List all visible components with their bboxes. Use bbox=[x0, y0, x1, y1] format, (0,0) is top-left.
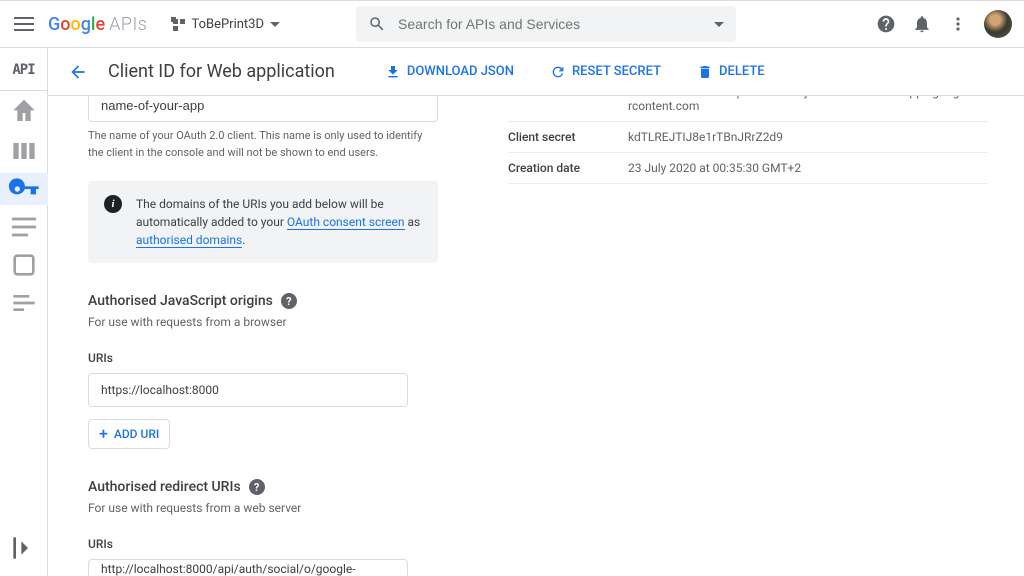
reset-secret-button[interactable]: RESET SECRET bbox=[550, 64, 661, 80]
top-right-actions bbox=[876, 10, 1012, 38]
caret-down-icon bbox=[270, 22, 280, 27]
redirect-uris-title-text: Authorised redirect URIs bbox=[88, 479, 241, 495]
js-origins-section: Authorised JavaScript origins ? For use … bbox=[88, 293, 468, 449]
rail-library-icon[interactable] bbox=[0, 135, 48, 167]
rail-expand-icon[interactable] bbox=[0, 532, 48, 564]
info-middle: as bbox=[405, 215, 421, 229]
rail-credentials-icon[interactable] bbox=[0, 173, 48, 205]
summary-client-id-row: Client ID 768209703909-9f09poesdik3ak0jr… bbox=[508, 96, 988, 122]
authorised-domains-link[interactable]: authorised domains bbox=[136, 233, 242, 248]
project-selector[interactable]: ToBePrint3D bbox=[171, 17, 280, 32]
delete-button[interactable]: DELETE bbox=[697, 64, 765, 80]
js-origins-title: Authorised JavaScript origins ? bbox=[88, 293, 468, 309]
reset-icon bbox=[550, 64, 566, 80]
redirect-uris-section: Authorised redirect URIs ? For use with … bbox=[88, 479, 468, 576]
rail-dashboard-icon[interactable] bbox=[0, 97, 48, 129]
search-box[interactable] bbox=[356, 6, 736, 42]
form-column: The name of your OAuth 2.0 client. This … bbox=[88, 96, 468, 576]
summary-creation-date-row: Creation date 23 July 2020 at 00:35:30 G… bbox=[508, 153, 988, 184]
reset-secret-label: RESET SECRET bbox=[572, 64, 661, 79]
client-secret-value: kdTLREJTIJ8e1rTBnJRrZ2d9 bbox=[628, 130, 988, 144]
creation-date-label: Creation date bbox=[508, 161, 628, 175]
redirect-uris-sub: For use with requests from a web server bbox=[88, 501, 468, 515]
client-name-input[interactable] bbox=[88, 96, 438, 122]
help-icon[interactable]: ? bbox=[249, 479, 265, 495]
more-vert-icon[interactable] bbox=[948, 14, 968, 34]
redirect-uri-1[interactable]: http://localhost:8000/api/auth/social/o/… bbox=[88, 559, 408, 576]
client-id-value: 768209703909-9f09poesdik3ak0jrvi0kskfdok… bbox=[628, 96, 988, 113]
creation-date-value: 23 July 2020 at 00:35:30 GMT+2 bbox=[628, 161, 988, 175]
user-avatar[interactable] bbox=[984, 10, 1012, 38]
help-icon[interactable]: ? bbox=[281, 293, 297, 309]
download-icon bbox=[385, 64, 401, 80]
download-json-button[interactable]: DOWNLOAD JSON bbox=[385, 64, 514, 80]
summary-column: Client ID 768209703909-9f09poesdik3ak0jr… bbox=[508, 96, 988, 576]
client-secret-label: Client secret bbox=[508, 130, 628, 144]
info-box: i The domains of the URIs you add below … bbox=[88, 181, 438, 263]
back-arrow-icon[interactable] bbox=[68, 62, 88, 82]
project-name: ToBePrint3D bbox=[191, 17, 264, 32]
js-origins-title-text: Authorised JavaScript origins bbox=[88, 293, 273, 309]
js-origin-uri-1[interactable]: https://localhost:8000 bbox=[88, 373, 408, 407]
delete-label: DELETE bbox=[719, 64, 765, 79]
page-title: Client ID for Web application bbox=[108, 61, 335, 82]
left-rail: API bbox=[0, 48, 48, 576]
project-icon bbox=[171, 17, 185, 31]
rail-consent-icon[interactable] bbox=[0, 211, 48, 243]
rail-domain-icon[interactable] bbox=[0, 249, 48, 281]
content-area: The name of your OAuth 2.0 client. This … bbox=[48, 96, 1008, 576]
info-icon: i bbox=[104, 195, 122, 213]
page-header: Client ID for Web application DOWNLOAD J… bbox=[48, 48, 1024, 96]
search-caret-down-icon[interactable] bbox=[714, 22, 724, 27]
redirect-uris-label: URIs bbox=[88, 537, 468, 551]
js-origins-uris-label: URIs bbox=[88, 351, 468, 365]
rail-settings-icon[interactable] bbox=[0, 287, 48, 319]
client-id-label: Client ID bbox=[508, 96, 628, 113]
client-name-help: The name of your OAuth 2.0 client. This … bbox=[88, 128, 438, 161]
rail-divider bbox=[0, 90, 47, 91]
plus-icon: + bbox=[99, 426, 108, 442]
google-apis-logo[interactable]: Google APIs bbox=[48, 14, 147, 35]
download-json-label: DOWNLOAD JSON bbox=[407, 64, 514, 79]
info-suffix: . bbox=[242, 233, 245, 247]
top-bar: Google APIs ToBePrint3D bbox=[0, 0, 1024, 48]
add-js-origin-button[interactable]: + ADD URI bbox=[88, 419, 170, 449]
js-origins-sub: For use with requests from a browser bbox=[88, 315, 468, 329]
search-input[interactable] bbox=[398, 16, 702, 32]
search-icon bbox=[368, 15, 386, 33]
redirect-uris-title: Authorised redirect URIs ? bbox=[88, 479, 468, 495]
apis-logo-text: APIs bbox=[109, 14, 147, 35]
add-js-origin-label: ADD URI bbox=[114, 427, 159, 441]
summary-client-secret-row: Client secret kdTLREJTIJ8e1rTBnJRrZ2d9 bbox=[508, 122, 988, 153]
help-icon[interactable] bbox=[876, 14, 896, 34]
oauth-consent-link[interactable]: OAuth consent screen bbox=[287, 215, 405, 230]
api-rail-label[interactable]: API bbox=[12, 56, 34, 84]
delete-icon bbox=[697, 64, 713, 80]
menu-icon[interactable] bbox=[12, 12, 36, 36]
notifications-icon[interactable] bbox=[912, 14, 932, 34]
info-text: The domains of the URIs you add below wi… bbox=[136, 195, 422, 249]
